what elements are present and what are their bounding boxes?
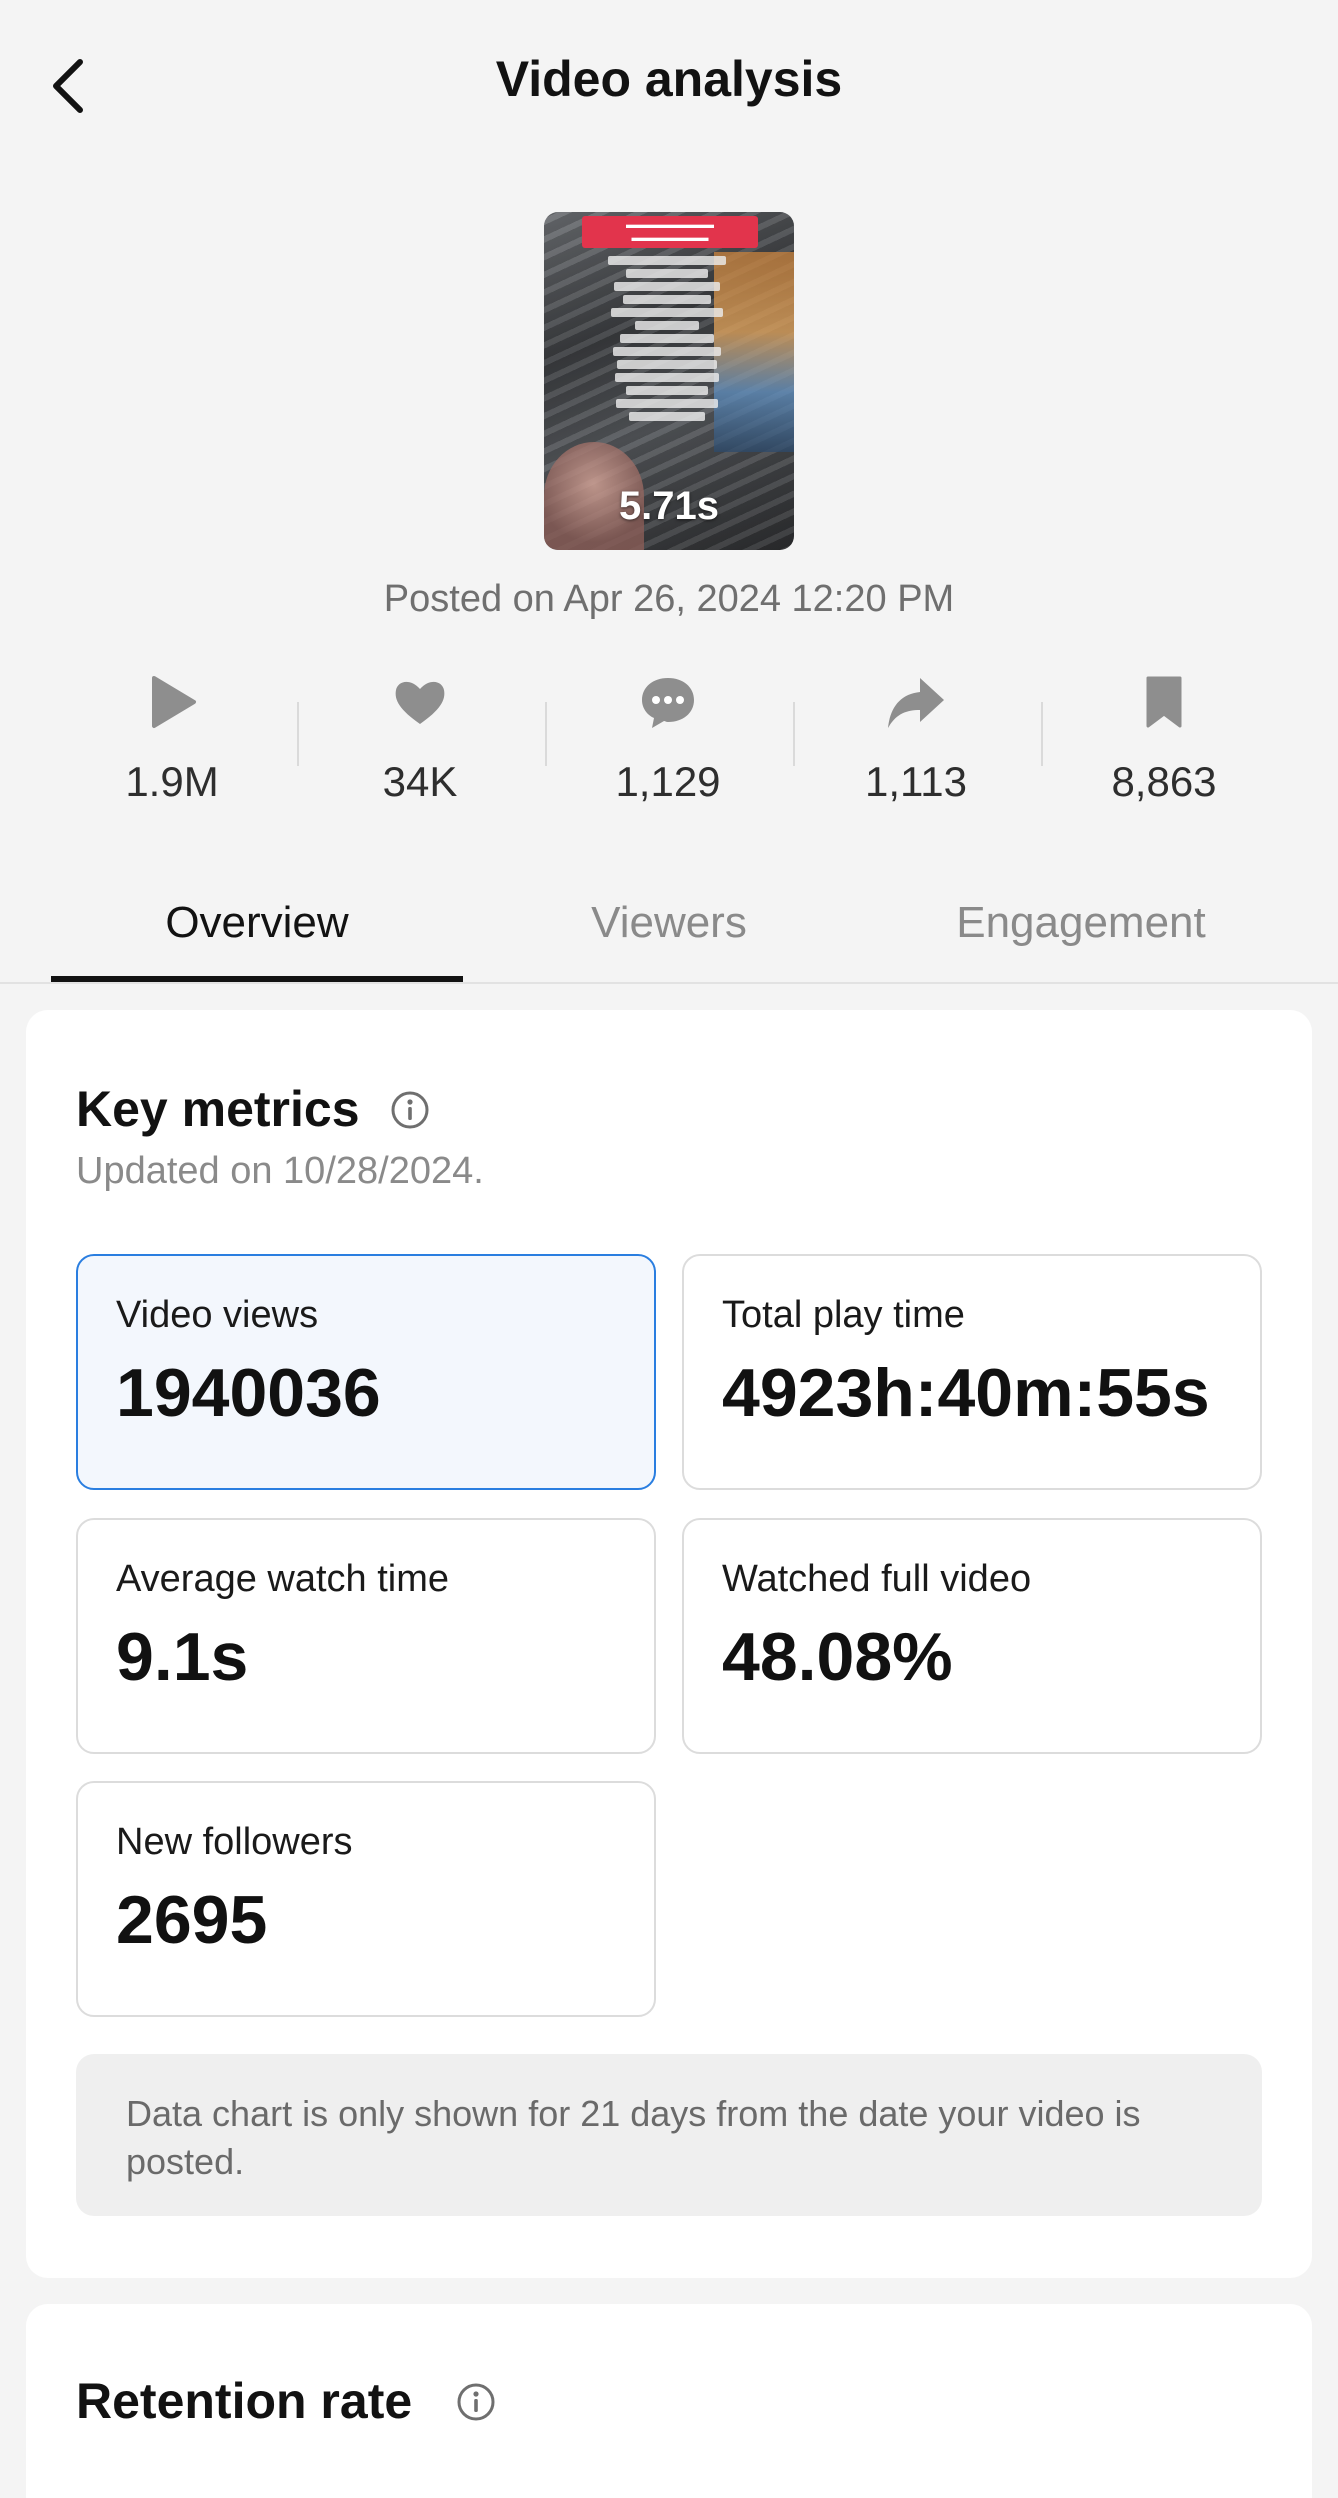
heart-icon <box>395 681 445 724</box>
divider <box>545 702 547 766</box>
stat-comments: 1,129 <box>568 672 768 806</box>
metric-label: Total play time <box>722 1294 965 1336</box>
bookmark-icon <box>1146 676 1182 728</box>
stat-shares: 1,113 <box>816 672 1016 806</box>
stat-value: 34K <box>382 758 458 805</box>
data-chart-note: Data chart is only shown for 21 days fro… <box>76 2054 1262 2216</box>
retention-title: Retention rate <box>76 2373 413 2429</box>
page-title: Video analysis <box>495 51 843 107</box>
metric-watched-full-video[interactable]: Watched full video 48.08% <box>682 1518 1262 1754</box>
play-icon <box>152 676 196 728</box>
metric-new-followers[interactable]: New followers 2695 <box>76 1781 656 2017</box>
active-tab-indicator <box>51 976 463 982</box>
video-stats: 1.9M 34K 1,129 1,113 8,863 <box>0 672 1338 832</box>
video-thumbnail[interactable]: ▬▬▬▬▬▬▬▬ ▬▬▬▬▬▬▬ 5.71s <box>544 212 794 550</box>
updated-date: Updated on 10/28/2024. <box>76 1150 484 1192</box>
divider <box>297 702 299 766</box>
stat-plays: 1.9M <box>72 672 272 806</box>
key-metrics-card: Key metrics Updated on 10/28/2024. Video… <box>26 1010 1312 2278</box>
metric-label: Watched full video <box>722 1558 1032 1600</box>
info-icon[interactable] <box>456 2382 496 2422</box>
metric-value: 1940036 <box>116 1355 381 1431</box>
metric-average-watch-time[interactable]: Average watch time 9.1s <box>76 1518 656 1754</box>
metric-label: Average watch time <box>116 1558 450 1600</box>
divider <box>1041 702 1043 766</box>
share-icon <box>888 678 944 728</box>
stat-value: 8,863 <box>1111 758 1217 805</box>
stat-value: 1,113 <box>865 758 967 805</box>
posted-date: Posted on Apr 26, 2024 12:20 PM <box>383 578 955 620</box>
metric-value: 2695 <box>116 1882 268 1958</box>
video-duration: 5.71s <box>618 484 720 528</box>
thumbnail-caption-banner: ▬▬▬▬▬▬▬▬ ▬▬▬▬▬▬▬ <box>582 216 758 248</box>
stat-saves: 8,863 <box>1064 672 1264 806</box>
thumbnail-text-lines <box>608 252 726 425</box>
metric-total-play-time[interactable]: Total play time 4923h:40m:55s <box>682 1254 1262 1490</box>
divider <box>793 702 795 766</box>
metric-value: 9.1s <box>116 1619 249 1695</box>
info-icon[interactable] <box>390 1090 430 1130</box>
tab-overview[interactable]: Overview <box>51 898 463 948</box>
metric-label: New followers <box>116 1821 353 1863</box>
comment-icon <box>642 678 694 728</box>
metric-video-views[interactable]: Video views 1940036 <box>76 1254 656 1490</box>
tab-engagement[interactable]: Engagement <box>875 898 1287 948</box>
stat-likes: 34K <box>320 672 520 806</box>
stat-value: 1.9M <box>125 758 219 805</box>
metric-value: 4923h:40m:55s <box>722 1355 1210 1431</box>
stat-value: 1,129 <box>615 758 721 805</box>
retention-card: Retention rate <box>26 2304 1312 2498</box>
header: Video analysis <box>0 0 1338 170</box>
tab-bar: Overview Viewers Engagement <box>0 880 1338 984</box>
key-metrics-title: Key metrics <box>76 1081 360 1137</box>
tab-viewers[interactable]: Viewers <box>463 898 875 948</box>
metric-label: Video views <box>116 1294 319 1336</box>
metric-value: 48.08% <box>722 1619 953 1695</box>
